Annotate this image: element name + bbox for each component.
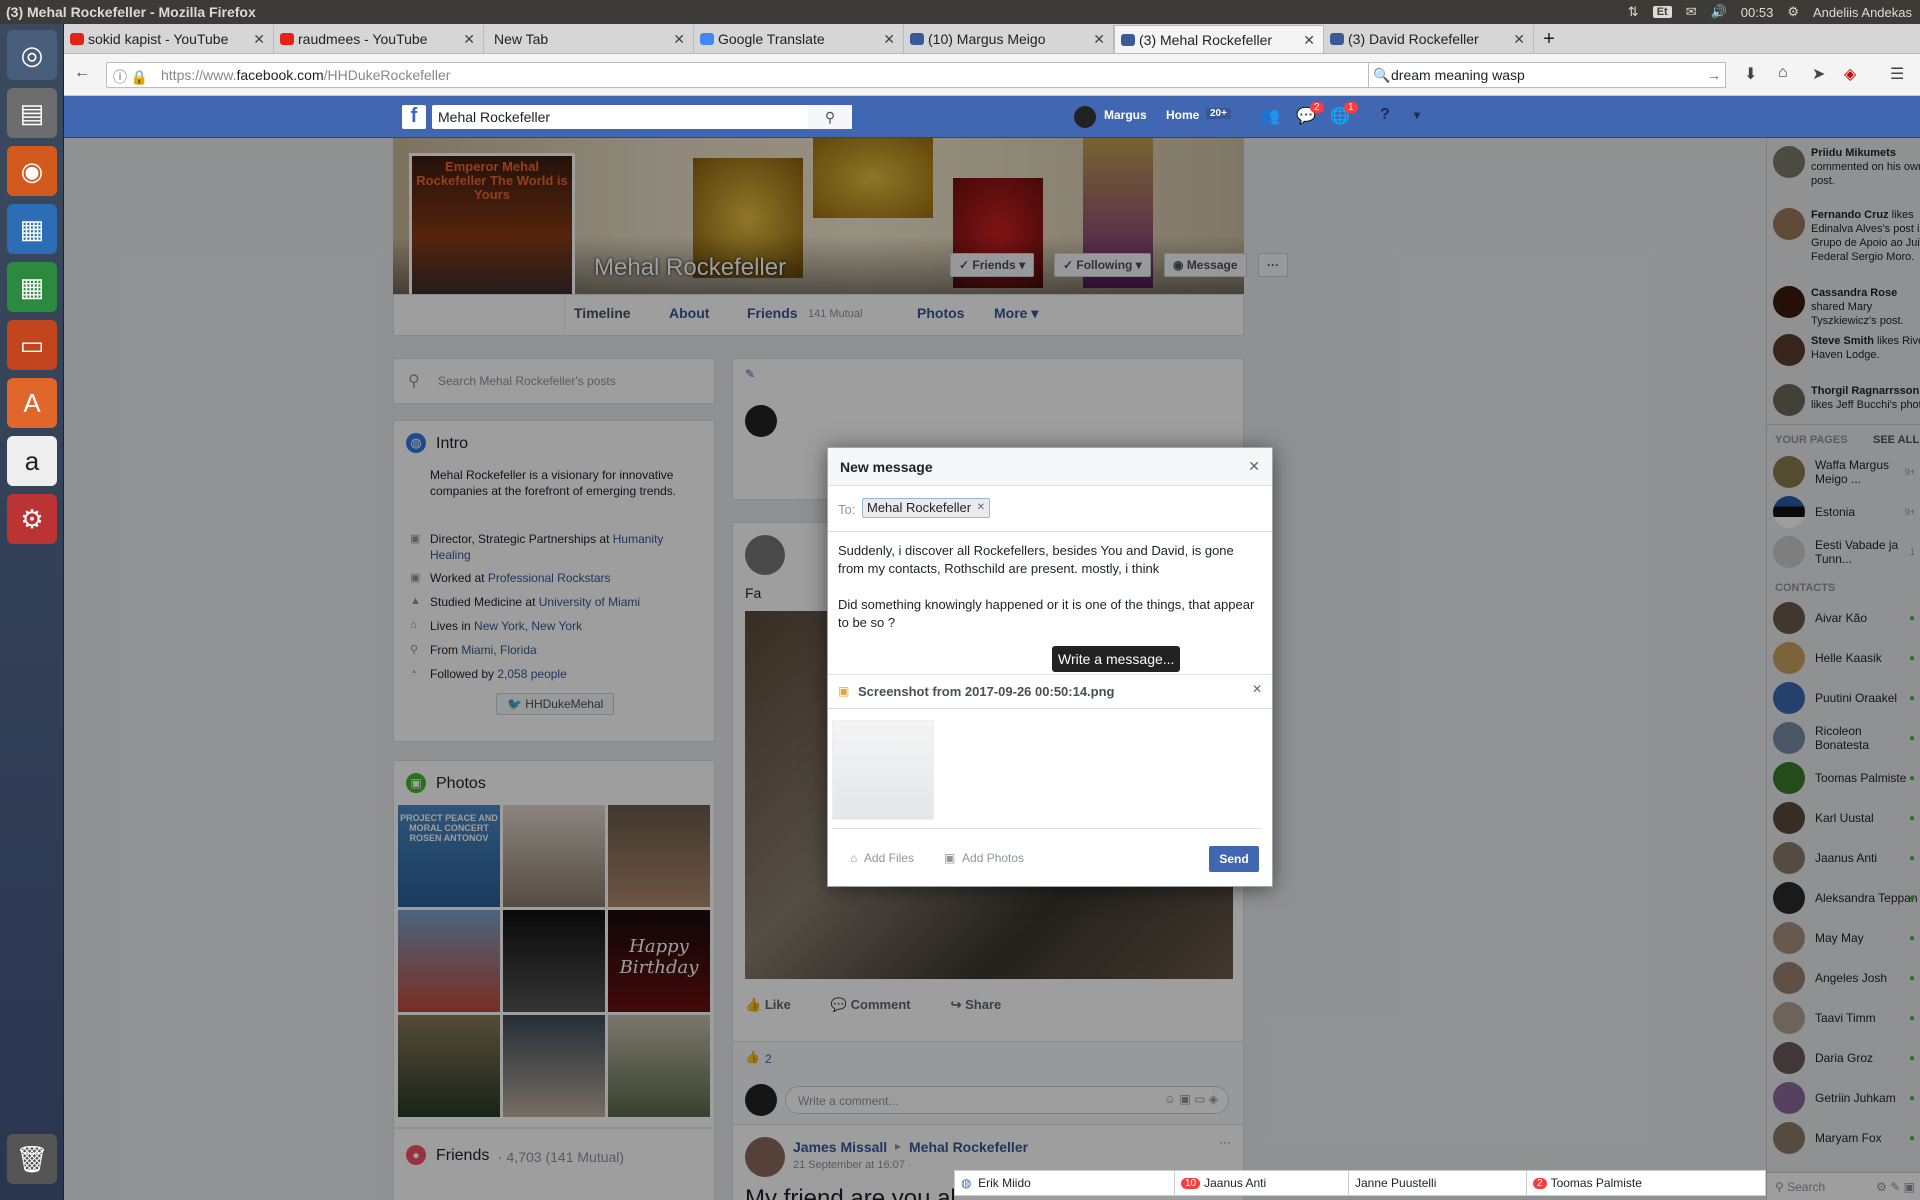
writer-icon[interactable]: ▦ bbox=[7, 204, 57, 254]
trash-icon[interactable]: 🗑 bbox=[7, 1134, 57, 1184]
unity-launcher: ◎ ▤ ◉ ▦ ▦ ▭ A a ⚙ 🗑 bbox=[0, 24, 64, 1200]
calc-icon[interactable]: ▦ bbox=[7, 262, 57, 312]
remove-recipient-icon[interactable]: ✕ bbox=[977, 499, 985, 517]
facebook-page: ⚲ Search Mehal Rockefeller's posts ◍ Int… bbox=[64, 96, 1920, 1200]
add-photos-button[interactable]: ▣ Add Photos bbox=[944, 851, 1024, 865]
tab-5[interactable]: (3) Mehal Rockefeller ✕ bbox=[1114, 25, 1324, 53]
url-bar[interactable]: ⓘ 🔒 https://www. facebook.com/HHDukeRocke… bbox=[106, 62, 1390, 88]
close-icon[interactable]: ✕ bbox=[253, 31, 265, 48]
youtube-icon bbox=[280, 33, 294, 45]
facebook-logo-icon[interactable]: f bbox=[402, 105, 426, 129]
facebook-top-bar: f Mehal Rockefeller ⚲ Margus Home 20+ 👥 💬… bbox=[64, 96, 1920, 138]
attachment-thumbnail[interactable] bbox=[832, 720, 934, 820]
paperclip-icon: ⌂ bbox=[850, 851, 864, 865]
tab-4[interactable]: (10) Margus Meigo ✕ bbox=[904, 25, 1114, 53]
add-files-button[interactable]: ⌂ Add Files bbox=[850, 851, 914, 865]
firefox-icon[interactable]: ◉ bbox=[7, 146, 57, 196]
search-icon: 🔍 bbox=[1373, 66, 1391, 83]
recipient-token[interactable]: Mehal Rockefeller ✕ bbox=[862, 498, 991, 518]
divider bbox=[832, 828, 1262, 829]
system-top-bar: (3) Mehal Rockefeller - Mozilla Firefox … bbox=[0, 0, 1920, 24]
send-button[interactable]: Send bbox=[1209, 846, 1259, 872]
account-menu-icon[interactable]: ▾ bbox=[1414, 108, 1420, 122]
notifications-badge: 1 bbox=[1344, 102, 1358, 113]
tab-6[interactable]: (3) David Rockefeller ✕ bbox=[1324, 25, 1534, 53]
image-file-icon: ▣ bbox=[838, 684, 850, 698]
browser-tab-bar: sokid kapist - YouTube ✕ raudmees - YouTu… bbox=[64, 24, 1920, 54]
new-message-dialog: New message ✕ To: Mehal Rockefeller ✕ Sud… bbox=[827, 447, 1273, 887]
help-icon[interactable]: ? bbox=[1380, 106, 1390, 124]
close-icon[interactable]: ✕ bbox=[1303, 32, 1315, 49]
menu-icon[interactable]: ☰ bbox=[1890, 64, 1904, 84]
close-icon[interactable]: ✕ bbox=[1248, 458, 1260, 475]
google-translate-icon bbox=[700, 33, 714, 45]
friend-requests-icon[interactable]: 👥 bbox=[1260, 106, 1280, 126]
recipient-row[interactable]: To: Mehal Rockefeller ✕ bbox=[828, 486, 1272, 532]
close-icon[interactable]: ✕ bbox=[883, 31, 895, 48]
chat-tab[interactable]: Janne Puustelli bbox=[1348, 1170, 1528, 1196]
session-user[interactable]: Andeliis Andekas bbox=[1813, 5, 1912, 20]
facebook-icon bbox=[1121, 34, 1135, 46]
download-icon[interactable]: ⬇ bbox=[1744, 64, 1757, 84]
amazon-icon[interactable]: a bbox=[7, 436, 57, 486]
message-textarea[interactable]: Suddenly, i discover all Rockefellers, b… bbox=[838, 542, 1258, 672]
tab-1[interactable]: raudmees - YouTube ✕ bbox=[274, 25, 484, 53]
dialog-header: New message ✕ bbox=[828, 448, 1272, 486]
remove-attachment-icon[interactable]: ✕ bbox=[1252, 682, 1262, 696]
home-link[interactable]: Home bbox=[1166, 108, 1199, 122]
mail-icon[interactable]: ✉ bbox=[1686, 4, 1697, 20]
tab-0[interactable]: sokid kapist - YouTube ✕ bbox=[64, 25, 274, 53]
globe-icon: ◍ bbox=[961, 1176, 979, 1190]
close-icon[interactable]: ✕ bbox=[1513, 31, 1525, 48]
close-icon[interactable]: ✕ bbox=[463, 31, 475, 48]
info-icon[interactable]: ⓘ 🔒 bbox=[113, 67, 148, 87]
facebook-icon bbox=[910, 33, 924, 45]
tab-3[interactable]: Google Translate ✕ bbox=[694, 25, 904, 53]
go-arrow-icon[interactable]: → bbox=[1707, 67, 1721, 83]
addon-icon[interactable]: ◈ bbox=[1844, 64, 1856, 84]
divider bbox=[828, 674, 1272, 675]
back-icon[interactable]: ← bbox=[74, 64, 90, 82]
tooltip: Write a message... bbox=[1052, 646, 1181, 672]
system-settings-icon[interactable]: ⚙ bbox=[7, 494, 57, 544]
volume-icon[interactable]: 🔊 bbox=[1711, 4, 1727, 20]
network-icon[interactable]: ⇅ bbox=[1628, 4, 1639, 20]
browser-search-input[interactable]: 🔍 dream meaning wasp → bbox=[1368, 62, 1726, 88]
settings-icon[interactable]: ⚙ bbox=[1787, 4, 1799, 20]
send-icon[interactable]: ➤ bbox=[1812, 64, 1825, 84]
youtube-icon bbox=[70, 33, 84, 45]
tab-2[interactable]: New Tab ✕ bbox=[484, 25, 694, 53]
chat-tab[interactable]: 2 Toomas Palmiste bbox=[1526, 1170, 1766, 1196]
dialog-title: New message bbox=[840, 459, 933, 475]
close-icon[interactable]: ✕ bbox=[673, 31, 685, 48]
software-center-icon[interactable]: A bbox=[7, 378, 57, 428]
messages-badge: 2 bbox=[1310, 102, 1324, 113]
divider bbox=[828, 708, 1272, 709]
dash-home-icon[interactable]: ◎ bbox=[7, 30, 57, 80]
facebook-icon bbox=[1330, 33, 1344, 45]
clock[interactable]: 00:53 bbox=[1741, 5, 1774, 20]
new-tab-button[interactable]: + bbox=[1534, 25, 1564, 53]
home-count: 20+ bbox=[1206, 108, 1231, 119]
facebook-search-input[interactable]: Mehal Rockefeller ⚲ bbox=[432, 105, 852, 129]
search-icon[interactable]: ⚲ bbox=[808, 105, 852, 129]
close-icon[interactable]: ✕ bbox=[1093, 31, 1105, 48]
browser-nav-bar: ← ⓘ 🔒 https://www. facebook.com/HHDukeRoc… bbox=[64, 54, 1920, 96]
impress-icon[interactable]: ▭ bbox=[7, 320, 57, 370]
attachment-name: Screenshot from 2017-09-26 00:50:14.png bbox=[858, 684, 1115, 699]
avatar[interactable] bbox=[1074, 106, 1096, 128]
files-icon[interactable]: ▤ bbox=[7, 88, 57, 138]
profile-link[interactable]: Margus bbox=[1104, 108, 1147, 122]
window-title: (3) Mehal Rockefeller - Mozilla Firefox bbox=[6, 4, 256, 20]
home-icon[interactable]: ⌂ bbox=[1778, 64, 1788, 82]
camera-icon: ▣ bbox=[944, 851, 963, 865]
keyboard-layout[interactable]: Et bbox=[1652, 6, 1672, 18]
